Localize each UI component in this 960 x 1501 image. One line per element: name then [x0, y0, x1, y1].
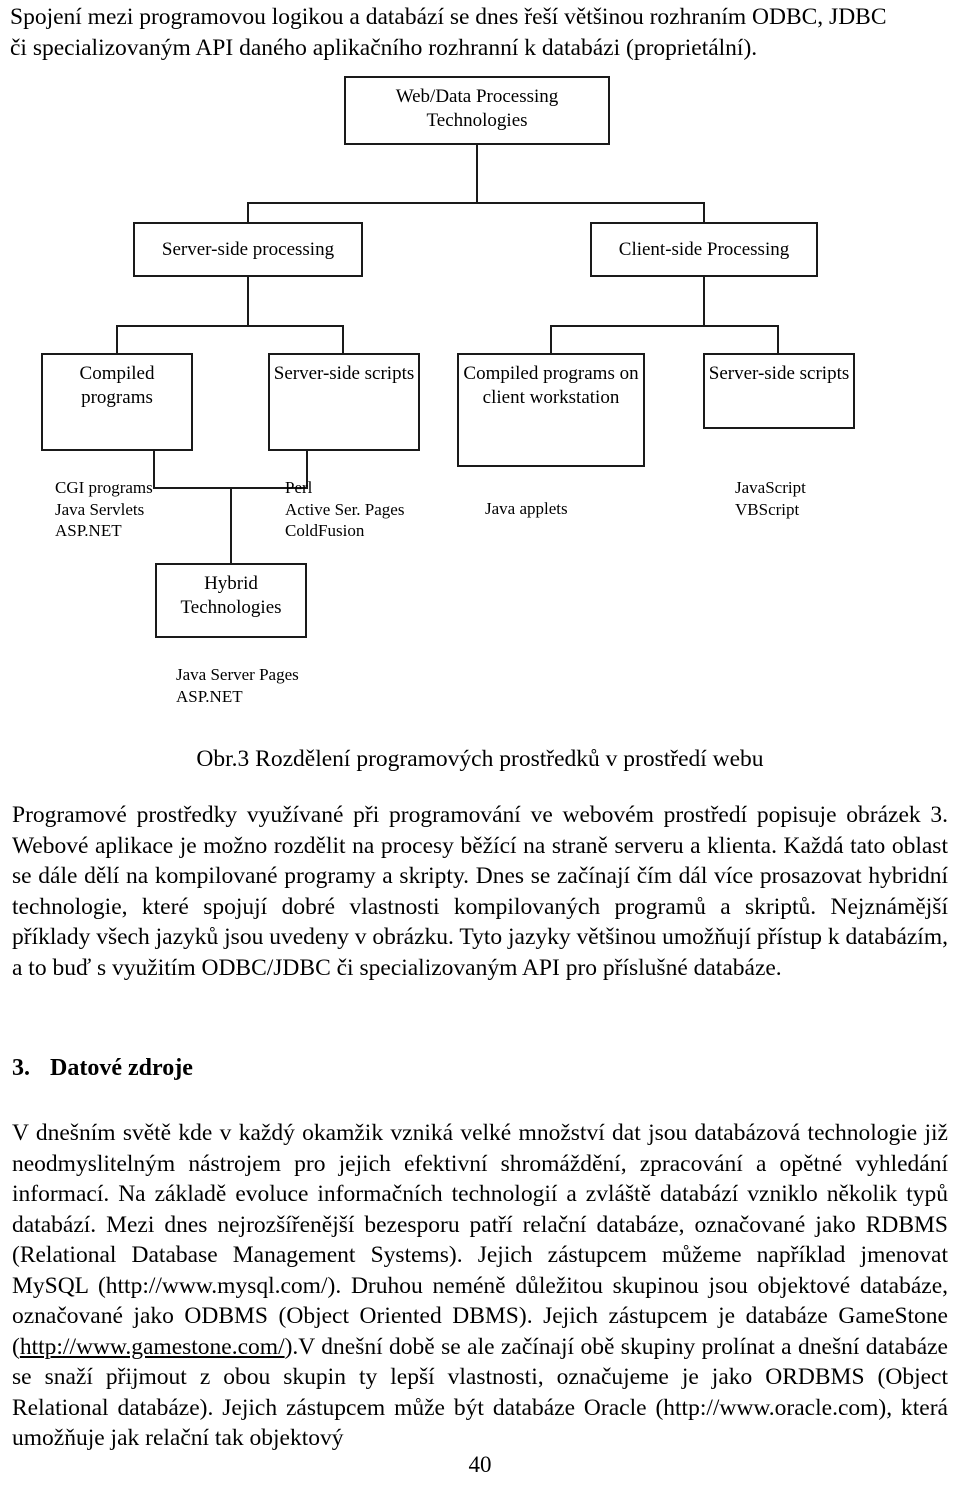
connector-to-server-scripts: [342, 325, 344, 353]
connector-root-trunk: [476, 145, 478, 202]
leaf-label-hybrid: Java Server Pages ASP.NET: [176, 665, 299, 706]
leaf-label-client-scripts: JavaScript VBScript: [735, 478, 806, 519]
section-paragraph: V dnešním světě kde v každý okamžik vzni…: [12, 1118, 948, 1454]
paragraph-after-figure: Programové prostředky využívané při prog…: [12, 802, 948, 981]
connector-to-client-side: [703, 202, 705, 222]
connector-server-children-bar: [116, 325, 344, 327]
node-root-label: Web/Data Processing Technologies: [395, 86, 559, 131]
document-page: Spojení mezi programovou logikou a datab…: [0, 0, 960, 1501]
connector-to-client-compiled: [550, 325, 552, 353]
section-title: Datové zdroje: [50, 1055, 193, 1081]
node-client-side-scripts: Server-side scripts: [703, 353, 855, 429]
connector-to-server-side: [247, 202, 249, 222]
node-hybrid-technologies-label: Hybrid Technologies: [180, 573, 282, 618]
node-server-side-scripts-label: Server-side scripts: [273, 363, 415, 384]
node-server-side-processing: Server-side processing: [133, 222, 363, 277]
node-client-side-scripts-label: Server-side scripts: [708, 363, 850, 384]
connector-hybrid-trunk: [230, 487, 232, 563]
connector-to-compiled-programs: [116, 325, 118, 353]
leaf-label-client-compiled: Java applets: [485, 499, 568, 518]
node-hybrid-technologies: Hybrid Technologies: [155, 563, 307, 638]
node-root: Web/Data Processing Technologies: [344, 76, 610, 145]
link-gamestone[interactable]: http://www.gamestone.com/: [20, 1334, 285, 1360]
connector-server-side-trunk: [247, 277, 249, 325]
node-client-side-processing: Client-side Processing: [590, 222, 818, 277]
leaf-label-server-compiled: CGI programs Java Servlets ASP.NET: [55, 478, 153, 540]
leaf-label-server-scripts: Perl Active Ser. Pages ColdFusion: [285, 478, 405, 540]
node-client-compiled-programs-label: Compiled programs on client workstation: [463, 363, 639, 408]
section-number: 3.: [12, 1055, 30, 1081]
section-heading: 3. Datové zdroje: [12, 1053, 193, 1083]
node-server-side-processing-label: Server-side processing: [161, 238, 335, 260]
intro-paragraph: Spojení mezi programovou logikou a datab…: [10, 2, 950, 64]
node-client-side-processing-label: Client-side Processing: [618, 238, 790, 260]
figure-caption: Obr.3 Rozdělení programových prostředků …: [196, 746, 764, 772]
connector-to-client-scripts: [777, 325, 779, 353]
node-compiled-programs-label: Compiled programs: [79, 363, 155, 408]
connector-compiled-down: [153, 451, 155, 487]
node-compiled-programs: Compiled programs: [41, 353, 193, 451]
section-paragraph-part1: V dnešním světě kde v každý okamžik vzni…: [12, 1120, 948, 1360]
figure-diagram: Web/Data Processing Technologies Server-…: [0, 60, 960, 725]
connector-client-children-bar: [550, 325, 779, 327]
connector-client-side-trunk: [703, 277, 705, 325]
connector-level1-bar: [247, 202, 705, 204]
node-server-side-scripts: Server-side scripts: [268, 353, 420, 451]
page-number: 40: [468, 1452, 492, 1477]
intro-line-1: Spojení mezi programovou logikou a datab…: [10, 4, 887, 30]
node-client-compiled-programs: Compiled programs on client workstation: [457, 353, 645, 467]
